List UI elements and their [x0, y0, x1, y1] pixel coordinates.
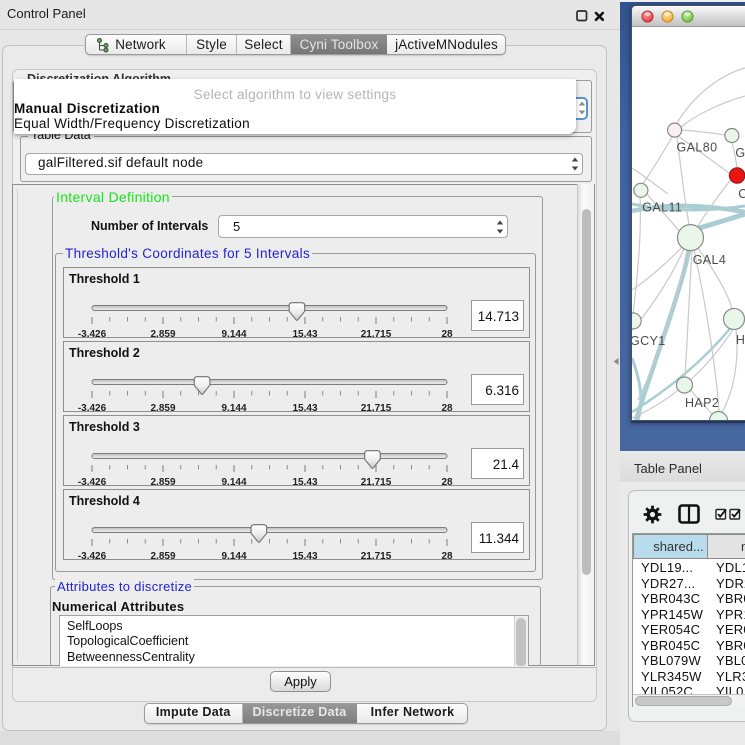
svg-text:-3.426: -3.426: [78, 403, 107, 414]
svg-text:15.43: 15.43: [292, 403, 317, 414]
svg-text:HAP2: HAP2: [685, 396, 719, 410]
svg-text:GAL80: GAL80: [677, 141, 718, 155]
svg-text:21.715: 21.715: [361, 329, 392, 340]
svg-text:15.43: 15.43: [292, 329, 317, 340]
svg-text:21.715: 21.715: [361, 477, 392, 488]
svg-text:9.144: 9.144: [221, 329, 246, 340]
svg-text:21.715: 21.715: [361, 551, 392, 562]
svg-text:15.43: 15.43: [292, 477, 317, 488]
svg-text:GAL4: GAL4: [693, 253, 727, 267]
svg-text:2.859: 2.859: [150, 403, 175, 414]
svg-text:28: 28: [441, 477, 453, 488]
svg-text:28: 28: [441, 551, 453, 562]
svg-text:28: 28: [441, 403, 453, 414]
svg-text:GA: GA: [735, 146, 745, 160]
svg-text:-3.426: -3.426: [78, 477, 107, 488]
svg-text:2.859: 2.859: [150, 329, 175, 340]
svg-text:9.144: 9.144: [221, 477, 246, 488]
svg-text:9.144: 9.144: [221, 551, 246, 562]
svg-text:-3.426: -3.426: [78, 329, 107, 340]
svg-text:2.859: 2.859: [150, 551, 175, 562]
svg-text:-3.426: -3.426: [78, 551, 107, 562]
svg-text:21.715: 21.715: [361, 403, 392, 414]
svg-text:GCY1: GCY1: [632, 334, 666, 348]
svg-text:9.144: 9.144: [221, 403, 246, 414]
svg-text:GAL11: GAL11: [642, 201, 682, 215]
svg-text:H: H: [736, 333, 745, 347]
svg-text:C: C: [738, 187, 745, 201]
svg-text:15.43: 15.43: [292, 551, 317, 562]
svg-text:28: 28: [441, 329, 453, 340]
svg-text:2.859: 2.859: [150, 477, 175, 488]
